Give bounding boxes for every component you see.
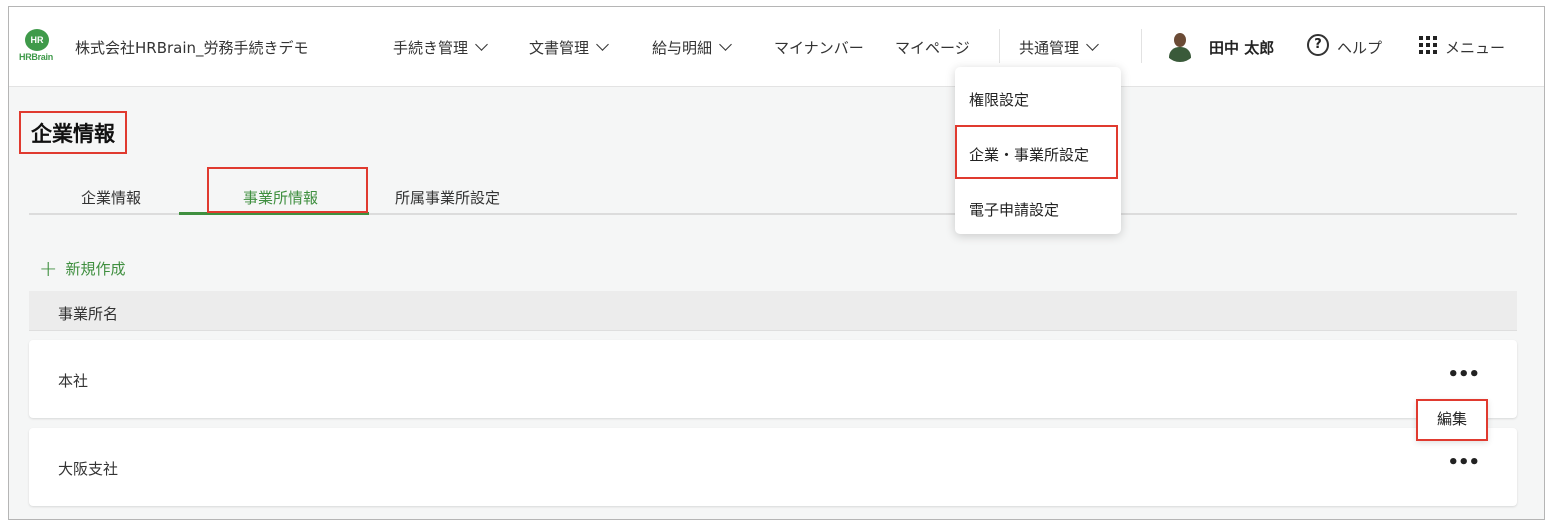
- chevron-down-icon: [1086, 38, 1099, 51]
- logo-wordmark: HRBrain: [19, 52, 53, 62]
- new-office-button[interactable]: + 新規作成: [39, 255, 126, 282]
- nav-procedures-label: 手続き管理: [393, 39, 469, 57]
- avatar-head: [1174, 33, 1186, 47]
- office-name: 大阪支社: [58, 460, 119, 478]
- menu-item-e-application-settings[interactable]: 電子申請設定: [969, 199, 1059, 220]
- nav-mypage-label: マイページ: [895, 39, 970, 57]
- chevron-down-icon: [719, 38, 732, 51]
- company-name: 株式会社HRBrain_労務手続きデモ: [75, 39, 309, 57]
- edit-menu-item[interactable]: 編集: [1416, 399, 1488, 441]
- nav-divider: [1141, 29, 1142, 63]
- chevron-down-icon: [596, 38, 609, 51]
- hrbrain-logo[interactable]: HR HRBrain: [19, 29, 53, 63]
- tab-company-info[interactable]: 企業情報: [81, 187, 141, 208]
- more-options-icon[interactable]: •••: [1447, 452, 1480, 473]
- nav-documents-label: 文書管理: [529, 39, 590, 57]
- nav-common-admin[interactable]: 共通管理: [1019, 37, 1099, 58]
- nav-mynumber[interactable]: マイナンバー: [774, 37, 864, 58]
- menu-item-permissions[interactable]: 権限設定: [969, 89, 1029, 110]
- logo-mark: HR: [25, 29, 49, 51]
- new-office-label: 新規作成: [65, 260, 126, 278]
- nav-mypage[interactable]: マイページ: [895, 37, 970, 58]
- user-name[interactable]: 田中 太郎: [1209, 37, 1274, 58]
- nav-procedures[interactable]: 手続き管理: [393, 37, 488, 58]
- grid-menu-icon[interactable]: [1419, 36, 1437, 54]
- list-item[interactable]: 大阪支社 •••: [29, 428, 1517, 506]
- chevron-down-icon: [475, 38, 488, 51]
- plus-icon: +: [39, 257, 58, 282]
- office-name: 本社: [58, 372, 89, 390]
- page-title: 企業情報: [19, 111, 127, 154]
- menu-highlight-box: [955, 125, 1118, 179]
- nav-payslips[interactable]: 給与明細: [652, 37, 732, 58]
- more-options-icon[interactable]: •••: [1447, 364, 1480, 385]
- common-admin-dropdown: 権限設定 企業・事業所設定 電子申請設定: [955, 67, 1121, 234]
- nav-payslips-label: 給与明細: [652, 39, 713, 57]
- tab-highlight-box: [207, 167, 368, 213]
- avatar[interactable]: [1163, 28, 1197, 62]
- column-office-name: 事業所名: [58, 305, 119, 323]
- nav-mynumber-label: マイナンバー: [774, 39, 864, 57]
- list-header: 事業所名: [29, 291, 1517, 331]
- nav-documents[interactable]: 文書管理: [529, 37, 609, 58]
- list-item[interactable]: 本社 •••: [29, 340, 1517, 418]
- help-icon[interactable]: ?: [1307, 34, 1329, 56]
- top-header: HR HRBrain 株式会社HRBrain_労務手続きデモ 手続き管理 文書管…: [9, 7, 1544, 87]
- app-window: HR HRBrain 株式会社HRBrain_労務手続きデモ 手続き管理 文書管…: [8, 6, 1545, 520]
- tab-office-assignment[interactable]: 所属事業所設定: [395, 187, 500, 208]
- help-link[interactable]: ヘルプ: [1337, 37, 1382, 58]
- menu-link[interactable]: メニュー: [1445, 37, 1505, 58]
- nav-divider: [999, 29, 1000, 63]
- nav-common-admin-label: 共通管理: [1019, 39, 1080, 57]
- avatar-body: [1169, 47, 1191, 62]
